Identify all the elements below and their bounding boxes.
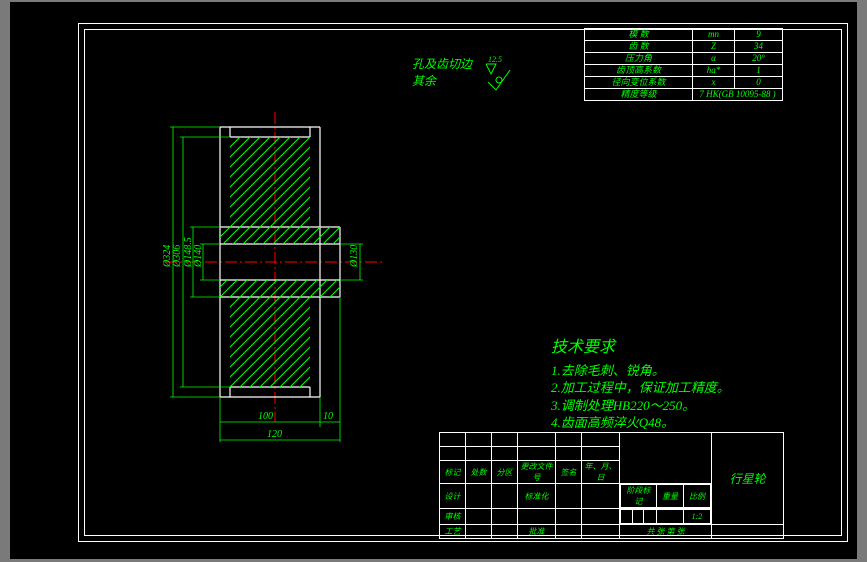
param-row: 压力角α20° bbox=[585, 53, 783, 65]
technical-requirements: 技术要求 1.去除毛刺、锐角。 2.加工过程中，保证加工精度。 3.调制处理HB… bbox=[551, 337, 730, 432]
part-name: 行星轮 bbox=[712, 433, 784, 525]
dim-w-total: 120 bbox=[267, 429, 282, 440]
param-row: 径向变位系数x0 bbox=[585, 77, 783, 89]
tech-req-item: 1.去除毛刺、锐角。 bbox=[551, 362, 730, 380]
surface-symbol-icon: 12.5 bbox=[486, 52, 536, 92]
tech-req-title: 技术要求 bbox=[551, 337, 730, 359]
scale-value: 1:2 bbox=[683, 510, 710, 524]
gear-parameter-table: 模 数mn9 齿 数Z34 压力角α20° 齿顶高系数ha*1 径向变位系数x0… bbox=[584, 28, 783, 101]
param-row: 齿顶高系数ha*1 bbox=[585, 65, 783, 77]
dim-w-main: 100 bbox=[258, 411, 273, 422]
title-block: 行星轮 标记 处数 分区 更改文件号 签名 年、月、日 设计 标准化 阶段标记 … bbox=[439, 432, 784, 539]
surf-line1: 孔及齿切边 bbox=[412, 55, 472, 72]
dim-inner: Ø140 bbox=[193, 245, 204, 268]
dim-hub: Ø130 bbox=[349, 245, 360, 268]
tech-req-item: 3.调制处理HB220～250。 bbox=[551, 397, 730, 415]
gear-section-drawing: Ø324 Ø306 Ø148.5 Ø140 Ø130 100 10 120 bbox=[125, 102, 415, 472]
dim-mid1: Ø306 bbox=[172, 245, 183, 268]
cad-viewport[interactable]: 孔及齿切边 其余 12.5 模 数mn9 齿 数Z34 压力角α20° 齿顶高系… bbox=[10, 2, 857, 559]
surface-finish-note: 孔及齿切边 其余 bbox=[412, 55, 472, 89]
param-row: 模 数mn9 bbox=[585, 29, 783, 41]
surf-value: 12.5 bbox=[488, 55, 502, 64]
tb-process-row: 工艺 批准 共 张 第 张 bbox=[440, 525, 784, 539]
dim-w-step: 10 bbox=[323, 411, 333, 422]
tech-req-item: 2.加工过程中，保证加工精度。 bbox=[551, 379, 730, 397]
surf-line2: 其余 bbox=[412, 72, 472, 89]
param-row: 齿 数Z34 bbox=[585, 41, 783, 53]
param-precision-row: 精度等级 7 HK(GB 10095-88 ) bbox=[585, 89, 783, 101]
tech-req-item: 4.齿面高频淬火Q48。 bbox=[551, 414, 730, 432]
tb-empty-row: 行星轮 bbox=[440, 433, 784, 447]
